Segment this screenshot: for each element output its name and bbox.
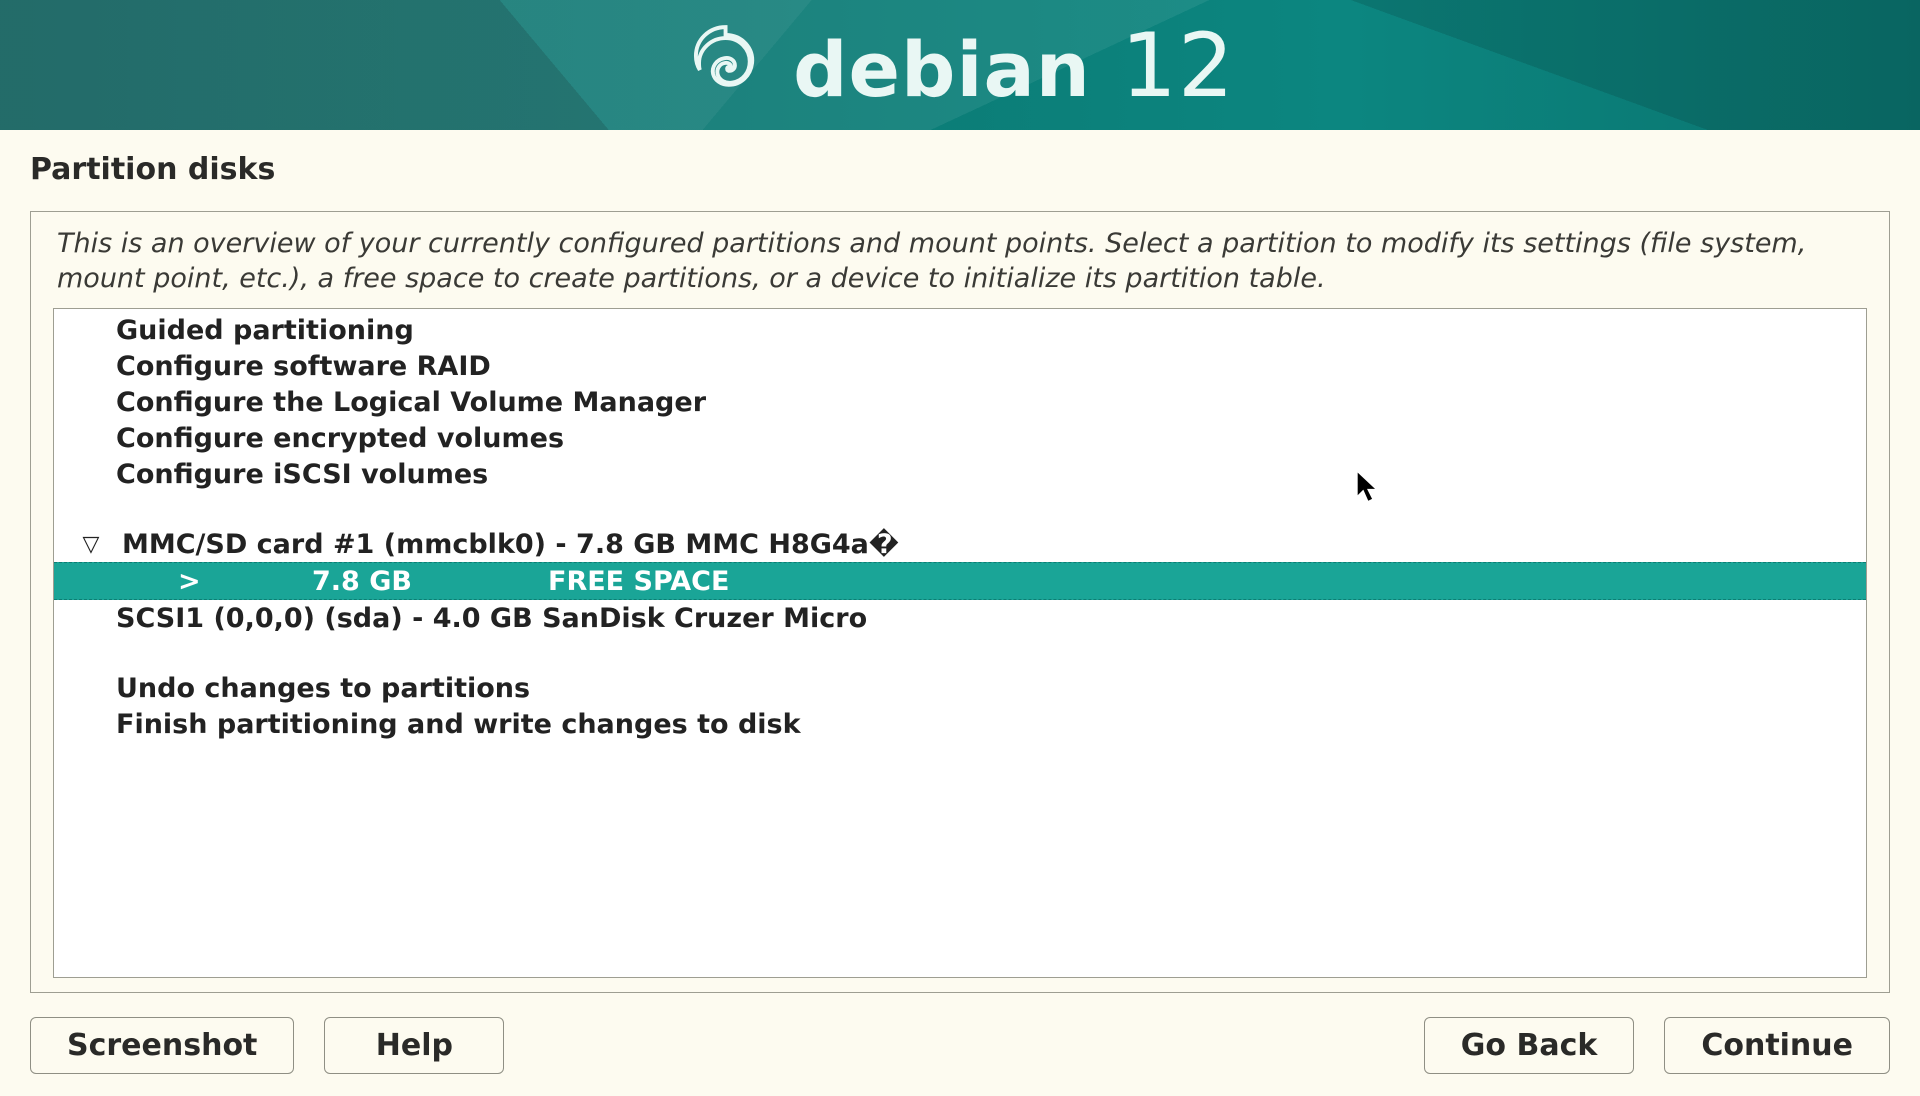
go-back-button[interactable]: Go Back bbox=[1424, 1017, 1635, 1074]
option-configure-raid[interactable]: Configure software RAID bbox=[54, 348, 1866, 384]
brand-name: debian bbox=[793, 25, 1091, 114]
option-configure-lvm[interactable]: Configure the Logical Volume Manager bbox=[54, 384, 1866, 420]
partition-size: 7.8 GB bbox=[312, 566, 532, 597]
action-bar-left: Screenshot Help bbox=[30, 1017, 504, 1074]
option-configure-encrypted[interactable]: Configure encrypted volumes bbox=[54, 420, 1866, 456]
option-configure-iscsi[interactable]: Configure iSCSI volumes bbox=[54, 456, 1866, 492]
continue-button[interactable]: Continue bbox=[1664, 1017, 1890, 1074]
spacer bbox=[54, 492, 1866, 526]
partition-prefix: > bbox=[116, 566, 296, 597]
installer-window: debian 12 Partition disks This is an ove… bbox=[0, 0, 1920, 1080]
option-guided-partitioning[interactable]: Guided partitioning bbox=[54, 312, 1866, 348]
spacer bbox=[54, 636, 1866, 670]
brand-text: debian 12 bbox=[793, 14, 1235, 117]
partition-label: FREE SPACE bbox=[548, 566, 948, 597]
screenshot-button[interactable]: Screenshot bbox=[30, 1017, 294, 1074]
page-description: This is an overview of your currently co… bbox=[57, 226, 1863, 296]
option-undo-changes[interactable]: Undo changes to partitions bbox=[54, 670, 1866, 706]
header-banner: debian 12 bbox=[0, 0, 1920, 130]
option-finish-write[interactable]: Finish partitioning and write changes to… bbox=[54, 706, 1866, 742]
partition-listbox[interactable]: Guided partitioning Configure software R… bbox=[53, 308, 1867, 978]
debian-swirl-icon bbox=[685, 24, 763, 106]
chevron-down-icon: ▽ bbox=[76, 532, 106, 557]
brand-version: 12 bbox=[1121, 14, 1235, 117]
device-label: MMC/SD card #1 (mmcblk0) - 7.8 GB MMC H8… bbox=[122, 529, 899, 560]
page-title: Partition disks bbox=[30, 152, 1890, 187]
partition-free-space[interactable]: > 7.8 GB FREE SPACE bbox=[54, 562, 1866, 600]
action-bar: Screenshot Help Go Back Continue bbox=[0, 993, 1920, 1096]
help-button[interactable]: Help bbox=[324, 1017, 504, 1074]
content-area: Partition disks This is an overview of y… bbox=[0, 130, 1920, 993]
panel: This is an overview of your currently co… bbox=[30, 211, 1890, 993]
action-bar-right: Go Back Continue bbox=[1424, 1017, 1890, 1074]
device-mmc[interactable]: ▽ MMC/SD card #1 (mmcblk0) - 7.8 GB MMC … bbox=[54, 526, 1866, 562]
brand: debian 12 bbox=[685, 14, 1235, 117]
device-sda[interactable]: SCSI1 (0,0,0) (sda) - 4.0 GB SanDisk Cru… bbox=[54, 600, 1866, 636]
